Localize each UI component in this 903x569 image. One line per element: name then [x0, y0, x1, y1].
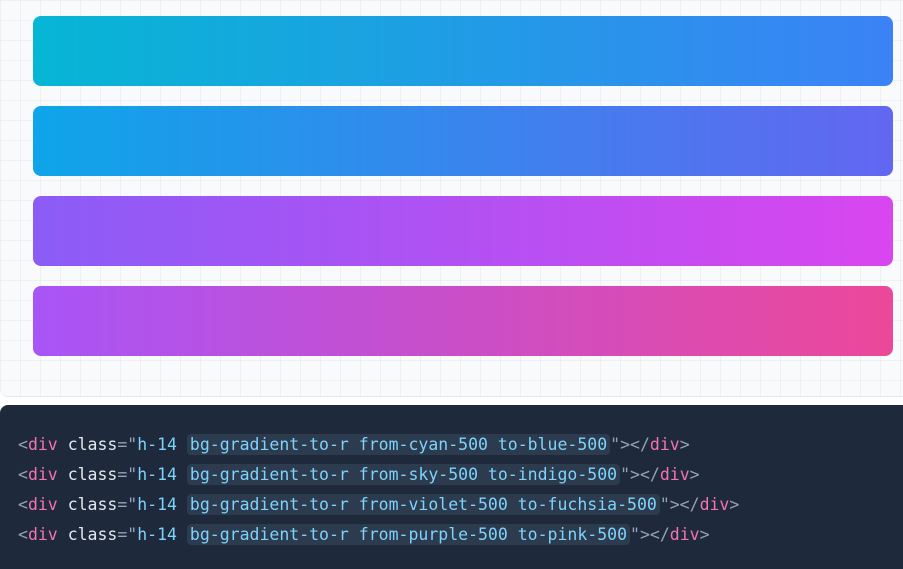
- code-tag: div: [27, 525, 58, 544]
- gradient-bar-cyan-blue: [33, 16, 893, 86]
- code-base-class: h-14: [137, 525, 177, 544]
- gradient-bar-sky-indigo: [33, 106, 893, 176]
- code-highlighted-classes: bg-gradient-to-r from-violet-500 to-fuch…: [186, 494, 660, 515]
- gradient-bar-purple-pink: [33, 286, 893, 356]
- code-line: <div class="h-14 bg-gradient-to-r from-s…: [18, 464, 700, 485]
- code-attr: class: [67, 525, 118, 544]
- code-attr: class: [67, 495, 118, 514]
- gradient-bar-violet-fuchsia: [33, 196, 893, 266]
- code-attr: class: [67, 465, 118, 484]
- code-highlighted-classes: bg-gradient-to-r from-purple-500 to-pink…: [186, 524, 631, 545]
- code-tag: div: [27, 495, 58, 514]
- code-base-class: h-14: [137, 465, 177, 484]
- code-highlighted-classes: bg-gradient-to-r from-sky-500 to-indigo-…: [186, 464, 621, 485]
- code-tag: div: [27, 465, 58, 484]
- code-tag: div: [27, 435, 58, 454]
- code-close-tag: div: [669, 525, 700, 544]
- code-close-tag: div: [699, 495, 730, 514]
- code-line: <div class="h-14 bg-gradient-to-r from-v…: [18, 494, 740, 515]
- code-close-tag: div: [659, 465, 690, 484]
- code-base-class: h-14: [137, 435, 177, 454]
- code-attr: class: [67, 435, 118, 454]
- gradient-preview-area: [0, 0, 903, 397]
- code-highlighted-classes: bg-gradient-to-r from-cyan-500 to-blue-5…: [186, 434, 611, 455]
- code-block[interactable]: <div class="h-14 bg-gradient-to-r from-c…: [0, 405, 903, 569]
- code-close-tag: div: [649, 435, 680, 454]
- code-line: <div class="h-14 bg-gradient-to-r from-p…: [18, 524, 710, 545]
- code-line: <div class="h-14 bg-gradient-to-r from-c…: [18, 434, 690, 455]
- code-base-class: h-14: [137, 495, 177, 514]
